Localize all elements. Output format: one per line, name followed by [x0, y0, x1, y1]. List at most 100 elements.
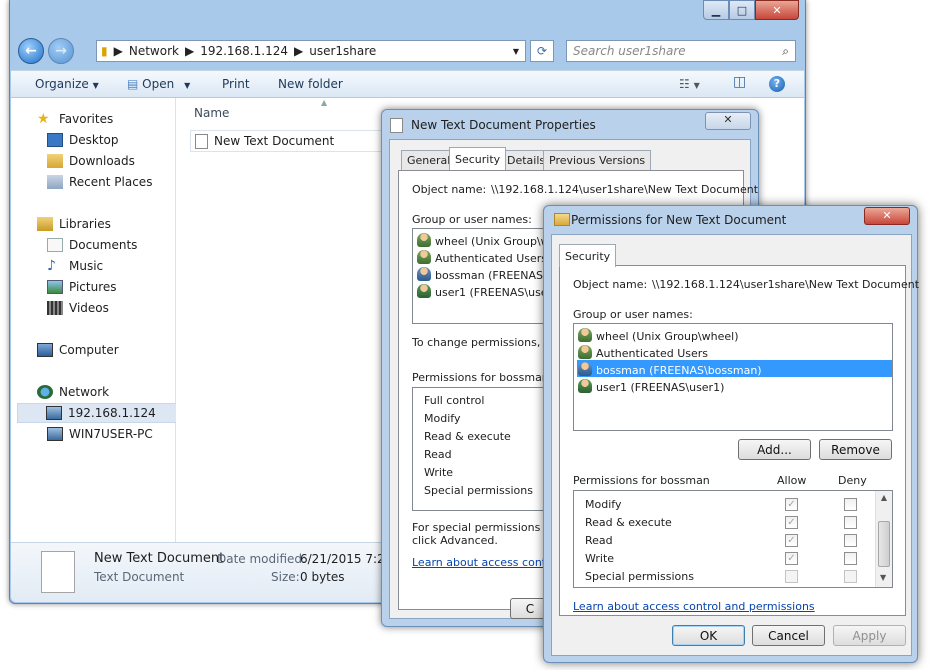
permissions-title: Permissions for New Text Document	[571, 213, 787, 227]
user-list[interactable]: wheel (Unix Group\wheel) Authenticated U…	[573, 323, 893, 431]
list-item[interactable]: Authenticated Users	[417, 250, 547, 265]
user-icon	[578, 362, 592, 376]
text-file-icon	[41, 551, 75, 593]
recent-places-icon	[47, 175, 63, 189]
list-item[interactable]: wheel (Unix Group\wheel)	[578, 328, 738, 343]
breadcrumb-share[interactable]: user1share	[309, 44, 376, 58]
deny-header: Deny	[838, 474, 867, 487]
learn-access-control-link[interactable]: Learn about access control	[412, 556, 560, 569]
file-item[interactable]: New Text Document	[190, 130, 390, 152]
deny-write-checkbox[interactable]	[844, 552, 857, 565]
deny-read-checkbox[interactable]	[844, 534, 857, 547]
nav-label: Downloads	[69, 154, 135, 168]
chevron-right-icon: ▶	[184, 44, 195, 58]
text-file-icon	[195, 133, 208, 149]
sort-arrow-icon: ▲	[321, 98, 328, 107]
tab-security[interactable]: Security	[559, 244, 617, 267]
chevron-right-icon: ▶	[113, 44, 123, 58]
deny-modify-checkbox[interactable]	[844, 498, 857, 511]
view-options-icon[interactable]: ☷ ▼	[679, 77, 700, 91]
new-folder-button[interactable]: New folder	[278, 77, 343, 91]
list-item-selected[interactable]: bossman (FREENAS\bossman)	[577, 360, 892, 377]
nav-label: Libraries	[59, 217, 111, 231]
nav-desktop[interactable]: Desktop	[11, 130, 176, 150]
preview-pane-icon[interactable]: ◫	[733, 74, 746, 90]
close-button[interactable]: ✕	[864, 207, 910, 225]
nav-music[interactable]: ♪ Music	[11, 256, 176, 276]
user-icon	[417, 267, 431, 281]
tab-previous-versions[interactable]: Previous Versions	[543, 150, 652, 170]
list-item[interactable]: wheel (Unix Group\whe	[417, 233, 563, 248]
apply-button[interactable]: Apply	[833, 625, 906, 646]
minimize-button[interactable]: ▁	[703, 0, 729, 20]
allow-modify-checkbox[interactable]: ✓	[785, 498, 798, 511]
nav-pictures[interactable]: Pictures	[11, 277, 176, 297]
forward-button[interactable]: →	[48, 38, 74, 64]
nav-host-192-168-1-124[interactable]: 192.168.1.124	[17, 403, 180, 423]
cancel-button[interactable]: Cancel	[752, 625, 825, 646]
permissions-list: Modify ✓ Read & execute ✓ Read ✓ Write ✓…	[573, 490, 893, 588]
list-item[interactable]: user1 (FREENAS\user	[417, 284, 552, 299]
user-name: Authenticated Users	[435, 252, 548, 265]
nav-favorites[interactable]: ★ Favorites	[11, 109, 176, 129]
breadcrumb-host[interactable]: 192.168.1.124	[200, 44, 288, 58]
open-label: Open	[142, 77, 175, 91]
star-icon: ★	[37, 111, 50, 127]
allow-read-execute-checkbox[interactable]: ✓	[785, 516, 798, 529]
object-name-value: \\192.168.1.124\user1share\New Text Docu…	[491, 183, 759, 196]
group-icon	[578, 345, 592, 359]
allow-read-checkbox[interactable]: ✓	[785, 534, 798, 547]
breadcrumb-network[interactable]: Network	[129, 44, 179, 58]
details-modified-label: Date modified:	[217, 552, 307, 566]
permissions-dialog: Permissions for New Text Document ✕ Secu…	[543, 205, 920, 663]
list-item[interactable]: user1 (FREENAS\user1)	[578, 379, 724, 394]
permission-name: Modify	[424, 412, 461, 425]
learn-access-control-link[interactable]: Learn about access control and permissio…	[573, 600, 815, 613]
nav-host-win7user-pc[interactable]: WIN7USER-PC	[11, 424, 176, 444]
group-icon	[578, 328, 592, 342]
nav-recent-places[interactable]: Recent Places	[11, 172, 176, 192]
column-header-name[interactable]: Name	[194, 106, 229, 120]
deny-read-execute-checkbox[interactable]	[844, 516, 857, 529]
close-button[interactable]: ✕	[705, 112, 751, 130]
remove-button[interactable]: Remove	[819, 439, 892, 460]
network-computer-icon	[47, 427, 63, 441]
organize-button[interactable]: Organize ▼	[35, 77, 99, 91]
list-item[interactable]: Authenticated Users	[578, 345, 708, 360]
search-input[interactable]: Search user1share ⌕	[566, 40, 796, 62]
nav-downloads[interactable]: Downloads	[11, 151, 176, 171]
address-dropdown-icon[interactable]: ▼	[513, 47, 519, 56]
nav-documents[interactable]: Documents	[11, 235, 176, 255]
command-bar: Organize ▼ ▤ Open ▼ Print New folder ☷ ▼…	[11, 70, 804, 98]
permissions-scrollbar[interactable]: ▲ ▼	[875, 491, 892, 587]
permission-name: Full control	[424, 394, 485, 407]
open-button[interactable]: ▤ Open ▼	[127, 77, 190, 91]
scroll-down-icon[interactable]: ▼	[880, 573, 886, 582]
refresh-button[interactable]: ⟳	[530, 40, 554, 62]
allow-write-checkbox[interactable]: ✓	[785, 552, 798, 565]
nav-label: Music	[69, 259, 104, 273]
address-bar[interactable]: ▮ ▶ Network ▶ 192.168.1.124 ▶ user1share…	[96, 40, 526, 62]
tab-security[interactable]: Security	[449, 147, 507, 170]
nav-videos[interactable]: Videos	[11, 298, 176, 318]
file-name: New Text Document	[214, 134, 335, 148]
help-icon[interactable]: ?	[769, 76, 785, 92]
back-button[interactable]: ←	[18, 38, 44, 64]
print-button[interactable]: Print	[222, 77, 250, 91]
nav-network[interactable]: Network	[11, 382, 176, 402]
ok-button[interactable]: OK	[672, 625, 745, 646]
details-file-name: New Text Document	[94, 551, 225, 566]
scrollbar-thumb[interactable]	[878, 521, 890, 567]
permission-name: Modify	[585, 498, 622, 511]
nav-computer[interactable]: Computer	[11, 340, 176, 360]
nav-label: Recent Places	[69, 175, 153, 189]
maximize-button[interactable]: □	[729, 0, 755, 20]
nav-libraries[interactable]: Libraries	[11, 214, 176, 234]
close-button[interactable]: ✕	[755, 0, 799, 20]
scroll-up-icon[interactable]: ▲	[876, 493, 892, 502]
change-permissions-text: To change permissions, clic	[412, 336, 563, 349]
permissions-for-label: Permissions for bossman	[573, 474, 710, 487]
add-button[interactable]: Add...	[738, 439, 811, 460]
object-name-value: \\192.168.1.124\user1share\New Text Docu…	[652, 278, 920, 291]
list-item[interactable]: bossman (FREENAS\b	[417, 267, 554, 282]
